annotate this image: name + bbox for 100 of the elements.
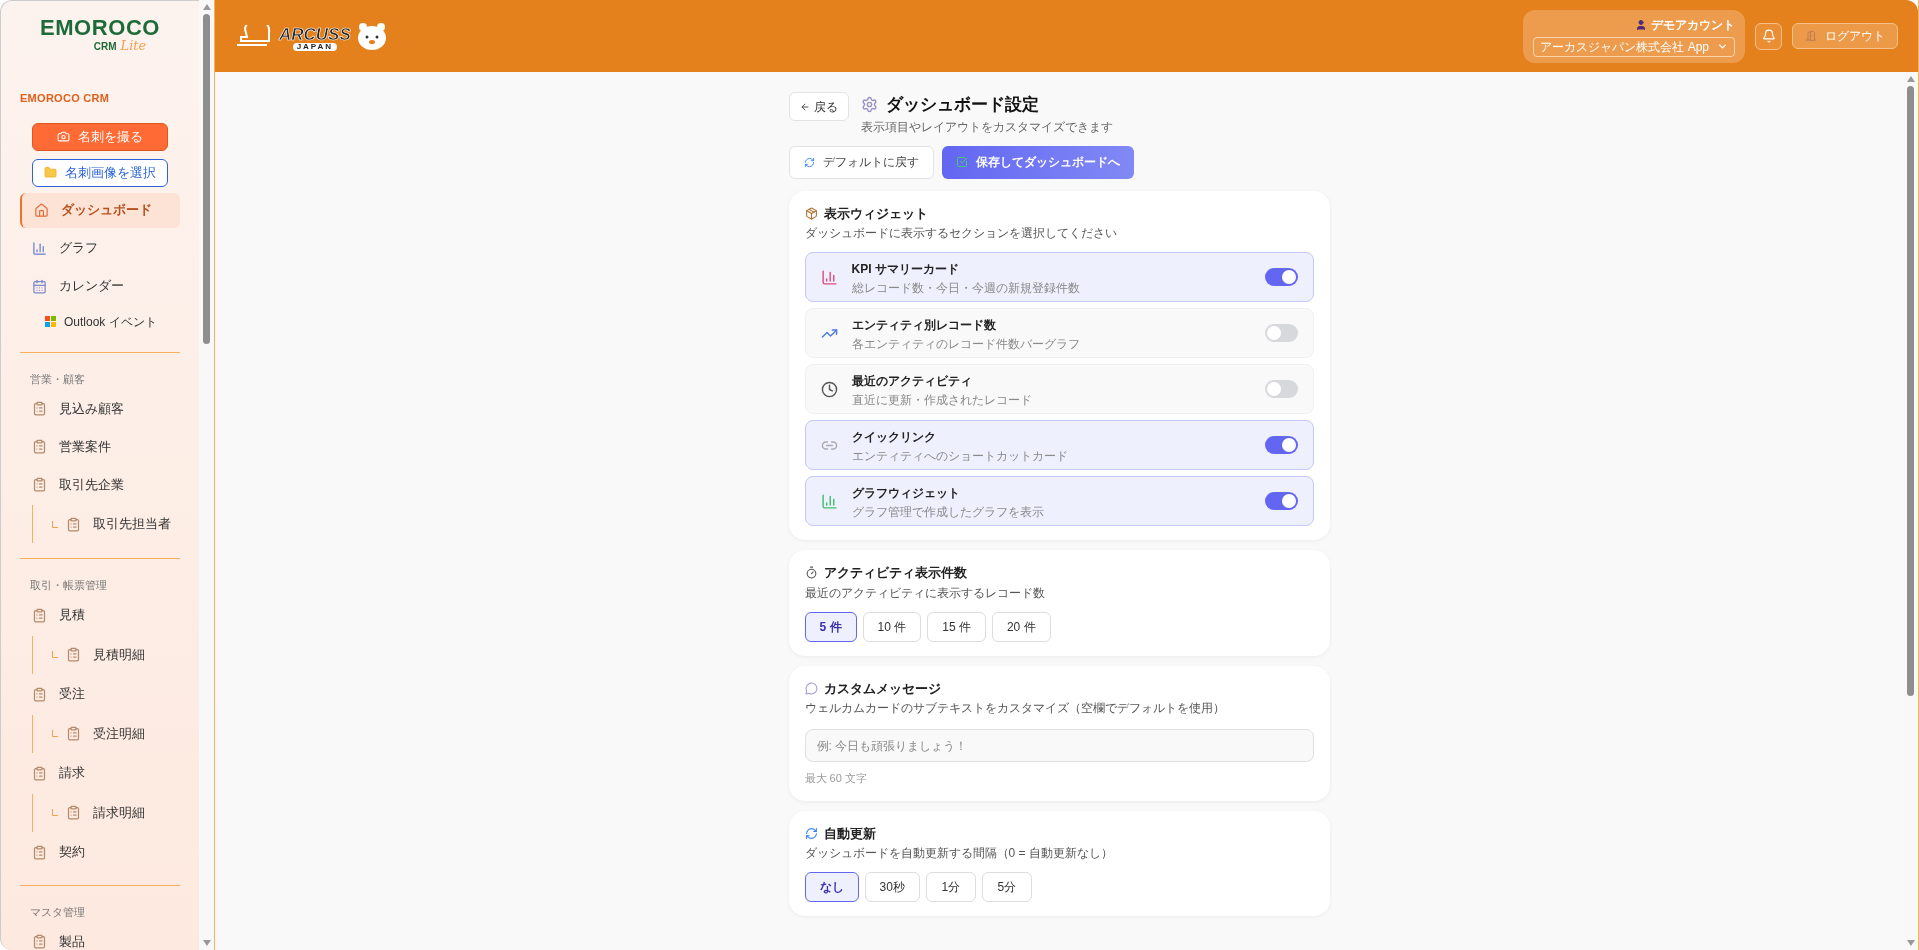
card-title: カスタムメッセージ <box>823 679 941 698</box>
bar-chart-icon <box>820 268 838 286</box>
sidebar-item[interactable]: 受注 <box>20 676 180 712</box>
bar-chart-icon <box>32 240 47 256</box>
back-button[interactable]: 戻る <box>788 92 849 121</box>
notification-button[interactable] <box>1755 22 1782 50</box>
timer-icon <box>804 566 818 580</box>
page-subtitle: 表示項目やレイアウトをカスタマイズできます <box>860 118 1113 136</box>
arcuss-logo: ARCUSS JAPAN <box>235 21 389 51</box>
widget-title: 最近のアクティビティ <box>851 372 973 390</box>
widget-title: クイックリンク <box>851 428 937 446</box>
brand-label: EMOROCO CRM <box>20 91 111 106</box>
folder-icon <box>44 166 57 179</box>
toggle-switch[interactable] <box>1264 324 1298 342</box>
tree-branch-icon <box>52 520 58 528</box>
clipboard-icon <box>66 726 81 741</box>
sidebar-subitem[interactable]: 見積明細 <box>66 644 145 665</box>
gear-icon <box>860 96 878 114</box>
widget-description: グラフ管理で作成したグラフを表示 <box>851 504 1045 519</box>
option-button[interactable]: なし <box>804 872 859 902</box>
sidebar-subitem[interactable]: 取引先担当者 <box>66 514 171 534</box>
sidebar-item[interactable]: 見込み顧客 <box>20 391 180 426</box>
toggle-switch[interactable] <box>1264 492 1298 510</box>
section-label: 営業・顧客 <box>29 371 86 387</box>
clipboard-icon <box>32 934 47 949</box>
card-title: 自動更新 <box>823 824 876 843</box>
sidebar-item[interactable]: 製品 <box>20 924 180 950</box>
door-icon <box>1805 30 1817 42</box>
card-description: ダッシュボードを自動更新する間隔（0 = 自動更新なし） <box>804 846 1114 860</box>
bar-chart-icon <box>820 492 838 510</box>
sidebar-item[interactable]: 請求 <box>20 755 180 791</box>
clipboard-icon <box>32 607 47 623</box>
emoroco-logo: EMOROCO CRM Lite <box>39 14 161 55</box>
option-button[interactable]: 10 件 <box>862 611 922 642</box>
sidebar-item[interactable]: 契約 <box>20 834 180 870</box>
calendar-icon <box>32 278 47 294</box>
card-title: アクティビティ表示件数 <box>823 564 967 582</box>
widget-title: KPI サマリーカード <box>851 260 960 278</box>
refresh-icon <box>804 826 818 840</box>
camera-icon <box>57 130 70 143</box>
scroll-up-arrow-icon[interactable] <box>1906 76 1915 82</box>
clipboard-icon <box>32 686 47 702</box>
page-title: ダッシュボード設定 <box>885 94 1039 116</box>
reset-button[interactable]: デフォルトに戻す <box>788 145 934 179</box>
scrollbar-thumb[interactable] <box>1907 86 1914 696</box>
option-button[interactable]: 5分 <box>981 872 1032 902</box>
toggle-switch[interactable] <box>1264 380 1298 398</box>
widget-description: エンティティへのショートカットカード <box>851 448 1069 463</box>
card-description: 最近のアクティビティに表示するレコード数 <box>804 585 1046 600</box>
scrollbar[interactable] <box>199 0 214 950</box>
clipboard-icon <box>66 647 81 662</box>
card-description: ウェルカムカードのサブテキストをカスタマイズ（空欄でデフォルトを使用） <box>804 701 1226 715</box>
character-limit-note: 最大 60 文字 <box>804 771 868 786</box>
windows-icon <box>45 316 56 327</box>
option-button[interactable]: 30秒 <box>864 872 920 902</box>
sidebar-item[interactable]: ダッシュボード <box>20 192 180 228</box>
save-button[interactable]: 保存してダッシュボードへ <box>941 145 1134 179</box>
option-button[interactable]: 1分 <box>925 872 976 902</box>
card-description: ダッシュボードに表示するセクションを選択してください <box>804 226 1118 240</box>
toggle-switch[interactable] <box>1264 268 1298 286</box>
sidebar-item[interactable]: 取引先企業 <box>20 467 180 502</box>
bell-icon <box>1761 29 1776 43</box>
widget-description: 総レコード数・今日・今週の新規登録件数 <box>851 280 1081 295</box>
chevron-down-icon <box>1717 41 1728 52</box>
package-icon <box>804 206 818 220</box>
sidebar-subitem[interactable]: 請求明細 <box>66 802 145 823</box>
arrow-left-icon <box>799 101 810 112</box>
tree-branch-icon <box>52 651 58 658</box>
card-title: 表示ウィジェット <box>823 204 928 223</box>
scroll-down-arrow-icon[interactable] <box>1906 940 1915 946</box>
clipboard-icon <box>66 516 81 532</box>
widget-title: エンティティ別レコード数 <box>851 316 997 334</box>
sidebar-subitem[interactable]: Outlook イベント <box>20 306 180 337</box>
option-button[interactable]: 5 件 <box>804 611 857 642</box>
clipboard-icon <box>32 844 47 860</box>
message-input[interactable]: 例: 今日も頑張りましょう！ <box>804 729 1314 762</box>
option-button[interactable]: 20 件 <box>991 611 1051 642</box>
speech-bubble-icon <box>804 681 818 695</box>
sidebar-item[interactable]: 見積 <box>20 597 180 633</box>
checkbox-icon <box>955 156 968 168</box>
widget-title: グラフウィジェット <box>851 484 961 502</box>
section-label: 取引・帳票管理 <box>29 578 108 593</box>
tree-branch-icon <box>52 809 58 816</box>
user-icon <box>1635 18 1647 31</box>
clipboard-icon <box>32 401 47 416</box>
scroll-down-arrow-icon[interactable] <box>202 940 211 946</box>
tree-branch-icon <box>52 730 58 737</box>
sidebar-item[interactable]: グラフ <box>20 230 180 266</box>
select-image-button[interactable]: 名刺画像を選択 <box>32 158 168 187</box>
scrollbar-thumb[interactable] <box>203 14 210 344</box>
sidebar-item[interactable]: 営業案件 <box>20 429 180 464</box>
option-button[interactable]: 15 件 <box>927 611 986 642</box>
sidebar-item[interactable]: カレンダー <box>20 268 180 304</box>
refresh-icon <box>803 156 815 168</box>
sidebar-subitem[interactable]: 受注明細 <box>66 723 145 744</box>
toggle-switch[interactable] <box>1264 436 1298 454</box>
clipboard-icon <box>66 805 81 820</box>
clipboard-icon <box>32 477 47 492</box>
scroll-up-arrow-icon[interactable] <box>202 4 211 10</box>
account-name: デモアカウント <box>1651 16 1735 34</box>
